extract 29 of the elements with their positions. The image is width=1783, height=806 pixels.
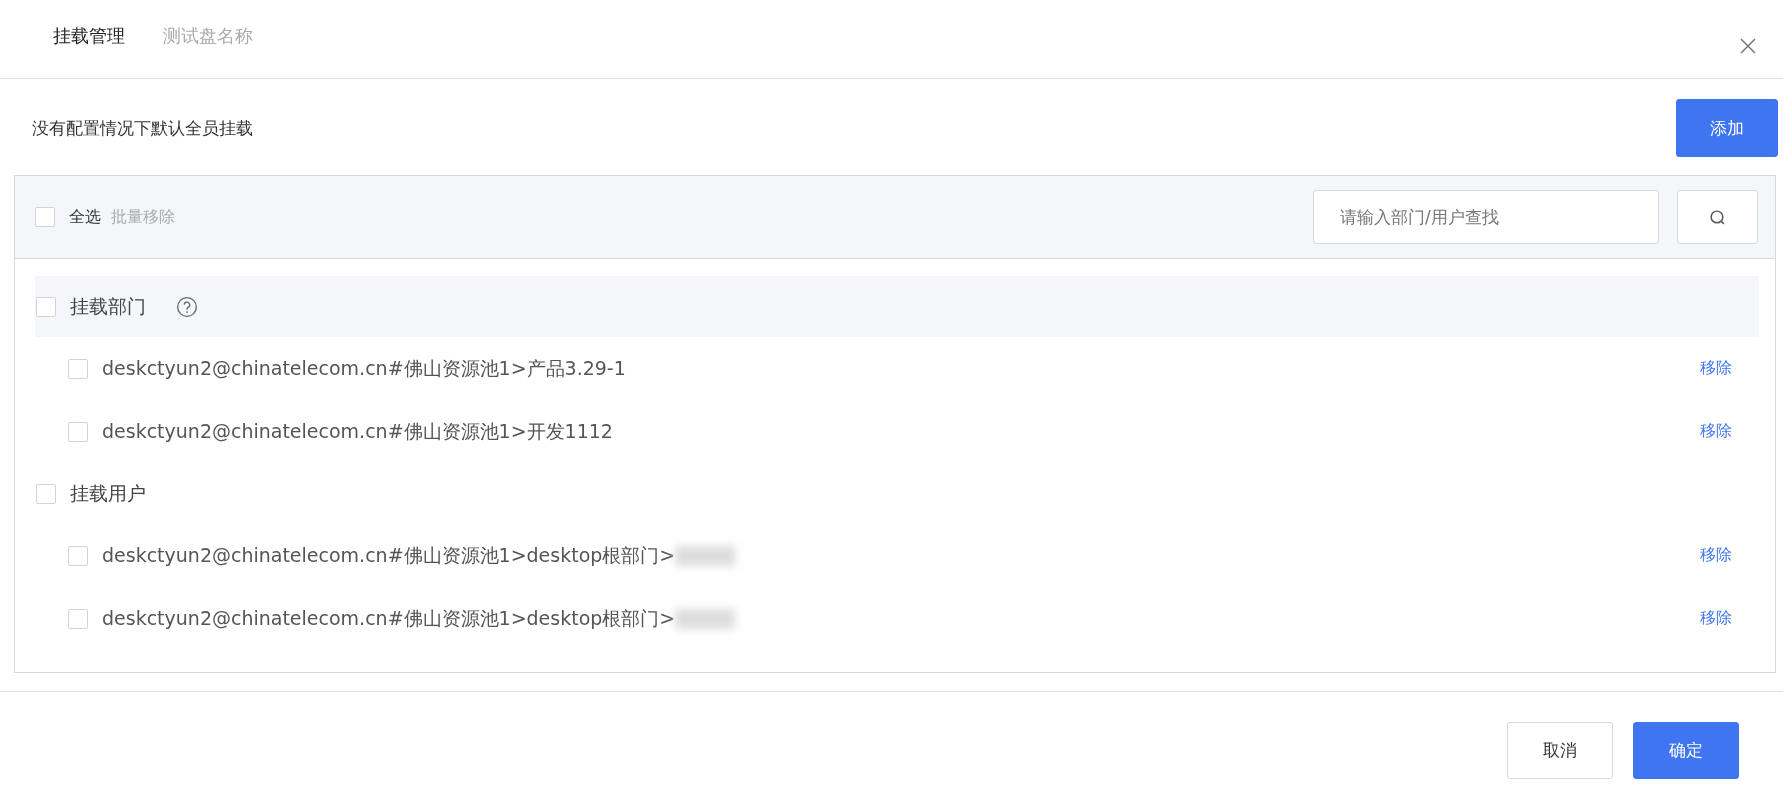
item-path: deskctyun2@chinatelecom.cn#佛山资源池1>desktop根部门> bbox=[102, 605, 676, 631]
help-icon[interactable] bbox=[176, 295, 198, 318]
group-label: 挂载用户 bbox=[70, 480, 146, 506]
search-field[interactable]: 请输入部门/用户查找 bbox=[1313, 190, 1659, 244]
remove-link[interactable]: 移除 bbox=[1700, 421, 1732, 442]
tab[interactable]: 挂载管理 bbox=[53, 24, 125, 54]
confirm-button[interactable]: 确定 bbox=[1633, 722, 1739, 779]
checkbox[interactable] bbox=[68, 358, 88, 379]
remove-link[interactable]: 移除 bbox=[1700, 608, 1732, 629]
checkbox[interactable] bbox=[35, 207, 55, 227]
tab[interactable]: 测试盘名称 bbox=[163, 24, 253, 54]
description-text: 没有配置情况下默认全员挂载 bbox=[32, 116, 253, 140]
checkbox[interactable] bbox=[36, 296, 56, 317]
item-path: deskctyun2@chinatelecom.cn#佛山资源池1>开发1112 bbox=[102, 418, 613, 444]
search-icon bbox=[1709, 208, 1726, 226]
checkbox[interactable] bbox=[36, 483, 56, 504]
add-button[interactable]: 添加 bbox=[1676, 99, 1778, 157]
checkbox[interactable] bbox=[68, 421, 88, 442]
cancel-button[interactable]: 取消 bbox=[1507, 722, 1613, 779]
remove-link[interactable]: 移除 bbox=[1700, 358, 1732, 379]
item-path: deskctyun2@chinatelecom.cn#佛山资源池1>产品3.29-1 bbox=[102, 355, 626, 381]
search-button[interactable] bbox=[1677, 190, 1758, 244]
select-all-label[interactable]: 全选 bbox=[69, 206, 101, 228]
close-icon[interactable] bbox=[1739, 37, 1757, 55]
checkbox[interactable] bbox=[68, 608, 88, 629]
remove-link[interactable]: 移除 bbox=[1700, 545, 1732, 566]
group-label: 挂载部门 bbox=[70, 293, 146, 319]
item-path: deskctyun2@chinatelecom.cn#佛山资源池1>desktop根部门> bbox=[102, 542, 676, 568]
checkbox[interactable] bbox=[68, 545, 88, 566]
